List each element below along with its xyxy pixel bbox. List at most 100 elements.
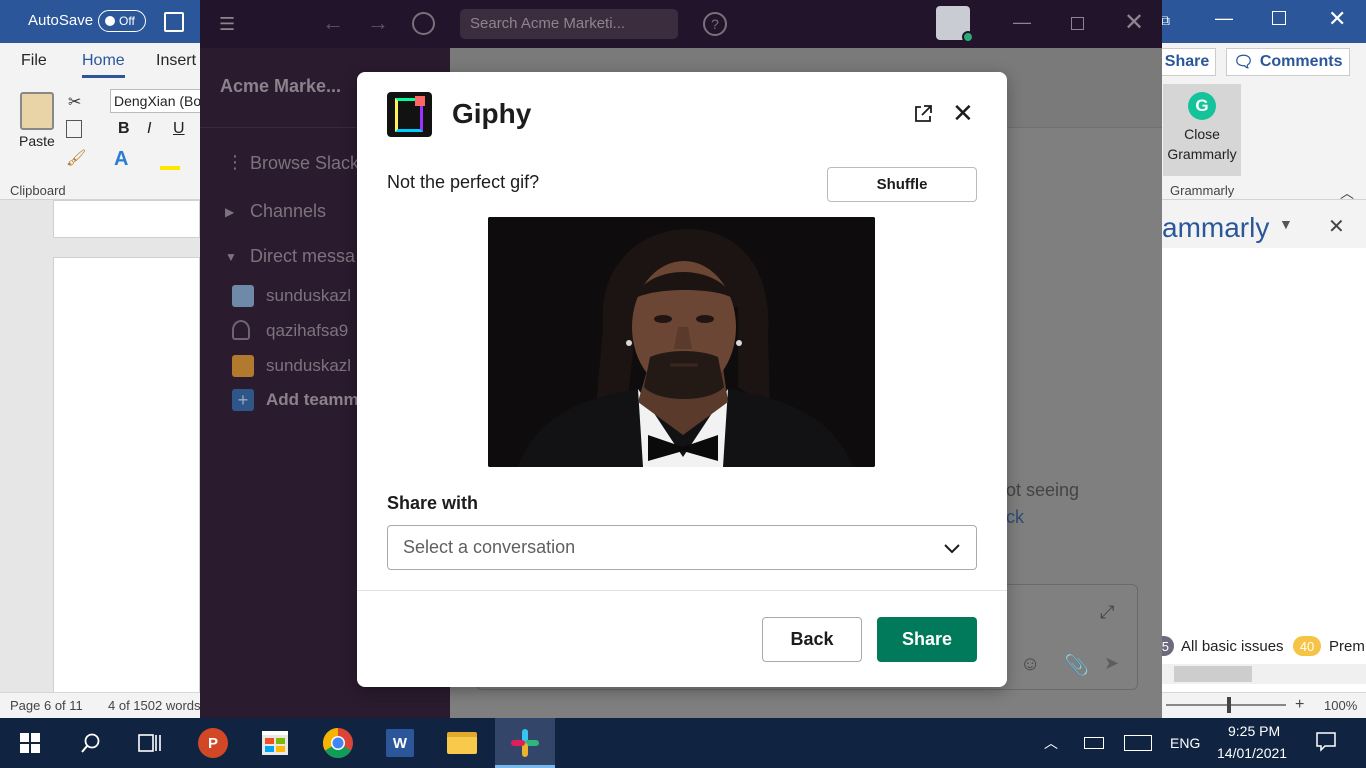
grammarly-icon: G	[1188, 92, 1216, 120]
bold-button[interactable]: B	[118, 120, 130, 138]
minimize-icon[interactable]: —	[1013, 12, 1031, 33]
tab-insert[interactable]: Insert	[156, 52, 196, 70]
share-button[interactable]: Share	[877, 617, 977, 662]
expand-icon[interactable]: ⤢	[1100, 602, 1114, 623]
save-icon[interactable]	[164, 12, 184, 32]
dm-item[interactable]: sunduskazl	[266, 356, 351, 376]
sidebar-item-browse[interactable]: Browse Slack	[250, 153, 359, 174]
attachment-icon[interactable]: 📎	[1064, 653, 1089, 678]
caret-down-icon[interactable]: ▼	[225, 250, 237, 264]
grammarly-pane-title: ammarly	[1162, 212, 1270, 243]
grammarly-pane	[1162, 200, 1366, 692]
premium-count-badge: 40	[1293, 636, 1321, 656]
modal-title: Giphy	[452, 98, 532, 129]
task-view-icon[interactable]	[138, 732, 162, 754]
pane-scrollbar-thumb[interactable]	[1174, 666, 1252, 682]
external-link-icon[interactable]	[912, 103, 934, 125]
comments-button[interactable]: 🗨 Comments	[1226, 48, 1350, 76]
back-button[interactable]: Back	[762, 617, 862, 662]
autosave-label: AutoSave	[28, 12, 94, 29]
send-icon[interactable]: ➤	[1104, 653, 1119, 674]
add-teammates-button[interactable]: Add teamm	[266, 390, 359, 410]
language-indicator[interactable]: ENG	[1170, 735, 1200, 751]
maximize-icon[interactable]	[1272, 11, 1286, 25]
comments-label: Comments	[1259, 53, 1343, 70]
giphy-logo-corner	[415, 96, 425, 106]
clock-time[interactable]: 9:25 PM	[1228, 723, 1280, 739]
tab-home[interactable]: Home	[82, 52, 125, 78]
forward-arrow-icon[interactable]: →	[367, 10, 389, 36]
emoji-icon[interactable]: ☺	[1020, 653, 1040, 676]
menu-icon[interactable]: ☰	[219, 14, 235, 35]
tab-file[interactable]: File	[21, 52, 47, 70]
paste-label[interactable]: Paste	[19, 133, 55, 149]
maximize-icon[interactable]	[1071, 17, 1084, 30]
chevron-down-icon	[944, 543, 960, 553]
close-pane-icon[interactable]: ✕	[1328, 214, 1345, 239]
copy-icon[interactable]	[66, 120, 82, 138]
history-icon[interactable]	[412, 12, 435, 35]
close-grammarly-button[interactable]: G Close Grammarly	[1163, 84, 1241, 176]
caret-right-icon[interactable]: ▶	[225, 205, 234, 219]
cut-icon[interactable]: ✂	[68, 92, 81, 112]
font-name-input[interactable]: DengXian (Bo	[110, 89, 205, 113]
close-icon[interactable]: ✕	[1328, 6, 1346, 32]
dm-item[interactable]: qazihafsa9	[266, 321, 348, 341]
back-arrow-icon[interactable]: ←	[322, 10, 344, 36]
close-grammarly-label: Close Grammarly	[1167, 126, 1237, 162]
conversation-select[interactable]: Select a conversation	[387, 525, 977, 570]
keyboard-icon[interactable]	[1124, 735, 1152, 751]
battery-icon[interactable]	[1084, 737, 1104, 749]
more-icon: ⋮	[226, 152, 244, 172]
document-page[interactable]	[53, 257, 200, 697]
help-icon[interactable]: ?	[703, 12, 727, 36]
comment-icon: 🗨	[1233, 54, 1254, 71]
powerpoint-icon[interactable]: P	[197, 727, 229, 759]
paste-icon[interactable]	[20, 92, 54, 130]
search-input[interactable]: Search Acme Marketi...	[460, 9, 678, 39]
show-hidden-icons-icon[interactable]: ︿	[1044, 733, 1058, 753]
grammarly-group-label: Grammarly	[1170, 183, 1235, 198]
zoom-in-icon[interactable]: +	[1295, 696, 1304, 714]
chevron-down-icon[interactable]: ▼	[1279, 216, 1293, 232]
close-icon[interactable]: ✕	[1124, 8, 1144, 37]
user-icon	[232, 320, 250, 340]
message-link[interactable]: ck	[1006, 507, 1024, 528]
sidebar-item-channels[interactable]: Channels	[250, 201, 326, 222]
close-icon[interactable]: ✕	[952, 100, 974, 126]
minimize-icon[interactable]: —	[1215, 8, 1233, 29]
share-button[interactable]: Share	[1158, 48, 1216, 76]
chrome-icon[interactable]	[322, 727, 354, 759]
zoom-level[interactable]: 100%	[1324, 698, 1357, 713]
conversation-select-placeholder: Select a conversation	[403, 537, 576, 557]
search-icon[interactable]	[80, 732, 102, 754]
document-page[interactable]	[53, 200, 200, 238]
clock-date[interactable]: 14/01/2021	[1217, 745, 1287, 761]
sidebar-item-direct-messages[interactable]: Direct messa	[250, 246, 355, 267]
word-counter[interactable]: 4 of 1502 words	[108, 698, 201, 713]
text-effects-icon[interactable]: A	[114, 148, 128, 171]
premium-issues-link[interactable]: Prem	[1329, 638, 1365, 655]
word-icon[interactable]: W	[384, 727, 416, 759]
slack-icon[interactable]	[509, 727, 541, 759]
notifications-icon[interactable]	[1316, 732, 1336, 752]
zoom-slider-thumb[interactable]	[1227, 697, 1231, 713]
zoom-slider[interactable]	[1166, 704, 1286, 706]
format-painter-icon[interactable]: 🖌	[66, 148, 86, 168]
gif-illustration	[488, 217, 875, 467]
all-basic-issues-link[interactable]: All basic issues	[1181, 638, 1284, 655]
store-icon[interactable]	[259, 727, 291, 759]
page-counter[interactable]: Page 6 of 11	[10, 698, 83, 713]
dm-item[interactable]: sunduskazl	[266, 286, 351, 306]
plus-icon[interactable]: +	[232, 389, 254, 411]
underline-button[interactable]: U	[173, 120, 185, 138]
file-explorer-icon[interactable]	[446, 727, 478, 759]
italic-button[interactable]: I	[147, 120, 151, 138]
workspace-name[interactable]: Acme Marke...	[220, 76, 341, 97]
avatar	[232, 355, 254, 377]
highlight-icon[interactable]	[160, 166, 180, 170]
presence-indicator	[962, 31, 974, 43]
windows-start-icon[interactable]	[20, 733, 40, 753]
shuffle-button[interactable]: Shuffle	[827, 167, 977, 202]
autosave-toggle[interactable]: Off	[98, 10, 146, 32]
